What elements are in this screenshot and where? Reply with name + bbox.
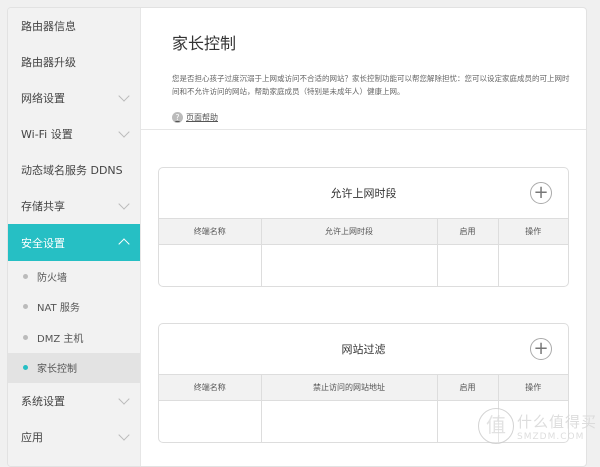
main-content: 家长控制 您是否担心孩子过度沉溺于上网或访问不合适的网站？家长控制功能可以帮您解…: [141, 8, 586, 466]
chevron-down-icon: [118, 429, 130, 441]
watermark-seal-icon: 值: [478, 408, 514, 444]
sidebar-subitem-label: 家长控制: [37, 364, 77, 376]
sidebar: 路由器信息 路由器升级 网络设置 Wi-Fi 设置 动态域名服务 DDNS 存储…: [8, 8, 141, 466]
column-header: 操作: [498, 375, 568, 401]
chevron-up-icon: [118, 238, 130, 250]
sidebar-item-wifi[interactable]: Wi-Fi 设置: [8, 116, 140, 152]
add-icon[interactable]: +: [530, 338, 552, 360]
sidebar-item-apps[interactable]: 应用: [8, 419, 140, 455]
bullet-icon: [23, 273, 28, 279]
page-header: 家长控制 您是否担心孩子过度沉溺于上网或访问不合适的网站？家长控制功能可以帮您解…: [141, 8, 586, 130]
sidebar-item-label: 应用: [21, 431, 43, 444]
sidebar-item-router-info[interactable]: 路由器信息: [8, 8, 140, 44]
table-row: [159, 244, 568, 286]
watermark-logo: 值 什么值得买 SMZDM.COM: [478, 408, 597, 444]
sidebar-item-label: 存储共享: [21, 200, 65, 213]
column-header: 终端名称: [159, 375, 262, 401]
help-icon: ?: [172, 112, 183, 123]
sidebar-subitem-parental-control[interactable]: 家长控制: [8, 352, 140, 383]
sidebar-subitem-label: NAT 服务: [37, 303, 80, 315]
card-title: 允许上网时段: [330, 187, 397, 200]
sidebar-item-label: 系统设置: [21, 395, 65, 408]
bullet-icon: [23, 365, 28, 371]
help-link[interactable]: ? 页面帮助: [172, 112, 586, 123]
sidebar-item-label: 网络设置: [21, 92, 65, 105]
chevron-down-icon: [118, 90, 130, 102]
allowed-time-card: 允许上网时段 + 终端名称 允许上网时段 启用 操作: [158, 167, 569, 287]
column-header: 终端名称: [159, 219, 262, 245]
sidebar-item-label: 路由器信息: [21, 20, 76, 33]
help-link-label: 页面帮助: [186, 113, 218, 122]
sidebar-subitem-label: DMZ 主机: [37, 333, 84, 345]
sidebar-subitem-nat[interactable]: NAT 服务: [8, 292, 140, 323]
sidebar-item-system[interactable]: 系统设置: [8, 383, 140, 419]
page-description: 您是否担心孩子过度沉溺于上网或访问不合适的网站？家长控制功能可以帮您解除担忧：您…: [172, 74, 570, 96]
bullet-icon: [23, 304, 28, 310]
sidebar-subitem-label: 防火墙: [37, 272, 67, 284]
column-header: 启用: [437, 219, 499, 245]
watermark-text: 什么值得买: [517, 412, 598, 431]
column-header: 禁止访问的网站地址: [261, 375, 438, 401]
sidebar-item-label: Wi-Fi 设置: [21, 128, 73, 141]
sidebar-subitem-firewall[interactable]: 防火墙: [8, 261, 140, 292]
page-title: 家长控制: [172, 34, 237, 53]
router-admin-window: 路由器信息 路由器升级 网络设置 Wi-Fi 设置 动态域名服务 DDNS 存储…: [7, 7, 587, 467]
sidebar-item-router-upgrade[interactable]: 路由器升级: [8, 44, 140, 80]
watermark-domain: SMZDM.COM: [517, 431, 585, 442]
allowed-time-table: 终端名称 允许上网时段 启用 操作: [159, 219, 568, 286]
sidebar-item-label: 路由器升级: [21, 56, 76, 69]
card-title: 网站过滤: [341, 343, 386, 356]
bullet-icon: [23, 334, 28, 340]
chevron-down-icon: [118, 126, 130, 138]
chevron-down-icon: [118, 393, 130, 405]
column-header: 允许上网时段: [261, 219, 438, 245]
column-header: 启用: [437, 375, 499, 401]
sidebar-subitem-dmz[interactable]: DMZ 主机: [8, 322, 140, 353]
column-header: 操作: [498, 219, 568, 245]
scrollbar-track[interactable]: [587, 0, 600, 452]
sidebar-item-security[interactable]: 安全设置: [8, 224, 140, 261]
sidebar-item-label: 安全设置: [21, 236, 65, 250]
chevron-down-icon: [118, 198, 130, 210]
sidebar-item-network[interactable]: 网络设置: [8, 80, 140, 116]
sidebar-item-ddns[interactable]: 动态域名服务 DDNS: [8, 152, 140, 188]
sidebar-item-storage[interactable]: 存储共享: [8, 188, 140, 224]
add-icon[interactable]: +: [530, 182, 552, 204]
sidebar-item-label: 动态域名服务 DDNS: [21, 164, 123, 177]
